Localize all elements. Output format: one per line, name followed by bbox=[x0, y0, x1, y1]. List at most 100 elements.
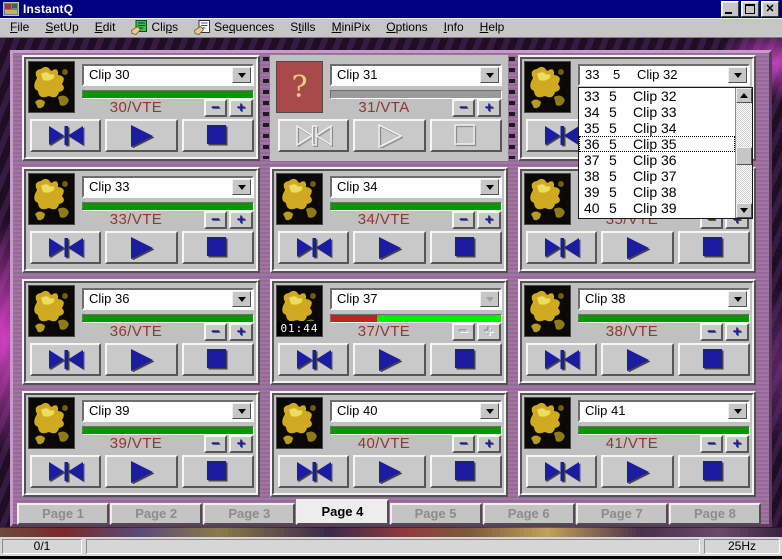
close-button[interactable]: ✕ bbox=[761, 1, 779, 17]
combo-dropdown-button[interactable] bbox=[728, 291, 747, 307]
clip-select[interactable]: Clip 37 bbox=[330, 288, 502, 310]
cue-start-button[interactable] bbox=[30, 455, 101, 488]
scroll-down-button[interactable] bbox=[736, 203, 752, 218]
combo-dropdown-button[interactable] bbox=[480, 291, 499, 307]
stop-button[interactable] bbox=[182, 119, 254, 152]
play-button[interactable] bbox=[105, 119, 178, 152]
page-button-2[interactable]: Page 2 bbox=[110, 503, 203, 525]
menu-item-setup[interactable]: SetUp bbox=[37, 18, 86, 37]
clip-select[interactable]: Clip 34 bbox=[330, 176, 502, 198]
dropdown-list-item[interactable]: 36 5 Clip 35 bbox=[579, 136, 735, 152]
increment-button[interactable]: + bbox=[477, 211, 501, 229]
decrement-button[interactable]: − bbox=[204, 99, 227, 117]
decrement-button[interactable]: − bbox=[204, 323, 227, 341]
combo-dropdown-button[interactable] bbox=[480, 67, 499, 83]
increment-button[interactable]: + bbox=[725, 323, 749, 341]
cue-start-button[interactable] bbox=[278, 119, 349, 152]
cue-start-button[interactable] bbox=[30, 231, 101, 264]
increment-button[interactable]: + bbox=[725, 435, 749, 453]
decrement-button[interactable]: − bbox=[452, 211, 475, 229]
decrement-button[interactable]: − bbox=[204, 211, 227, 229]
page-button-8[interactable]: Page 8 bbox=[668, 503, 761, 525]
cue-start-button[interactable] bbox=[278, 455, 349, 488]
menu-item-options[interactable]: Options bbox=[378, 18, 435, 37]
cue-start-button[interactable] bbox=[278, 231, 349, 264]
decrement-button[interactable]: − bbox=[452, 435, 475, 453]
menu-item-edit[interactable]: Edit bbox=[87, 18, 124, 37]
combo-dropdown-button[interactable] bbox=[232, 67, 251, 83]
clip-select[interactable]: Clip 36 bbox=[82, 288, 254, 310]
scrollbar-thumb[interactable] bbox=[736, 147, 752, 165]
page-button-3[interactable]: Page 3 bbox=[203, 503, 296, 525]
menu-item-stills[interactable]: Stills bbox=[282, 18, 323, 37]
stop-button[interactable] bbox=[182, 455, 254, 488]
menu-item-info[interactable]: Info bbox=[436, 18, 472, 37]
maximize-button[interactable] bbox=[741, 1, 759, 17]
increment-button[interactable]: + bbox=[229, 99, 253, 117]
dropdown-list-item[interactable]: 37 5 Clip 36 bbox=[579, 152, 735, 168]
increment-button[interactable]: + bbox=[477, 435, 501, 453]
combo-dropdown-button[interactable] bbox=[232, 291, 251, 307]
stop-button[interactable] bbox=[678, 343, 750, 376]
play-button[interactable] bbox=[105, 343, 178, 376]
increment-button[interactable]: + bbox=[477, 323, 501, 341]
increment-button[interactable]: + bbox=[477, 99, 501, 117]
stop-button[interactable] bbox=[430, 231, 502, 264]
dropdown-list-item[interactable]: 39 5 Clip 38 bbox=[579, 184, 735, 200]
play-button[interactable] bbox=[601, 231, 674, 264]
decrement-button[interactable]: − bbox=[700, 435, 723, 453]
play-button[interactable] bbox=[353, 343, 426, 376]
play-button[interactable] bbox=[601, 343, 674, 376]
play-button[interactable] bbox=[353, 231, 426, 264]
menu-item-help[interactable]: Help bbox=[472, 18, 513, 37]
clip-select[interactable]: Clip 30 bbox=[82, 64, 254, 86]
page-button-6[interactable]: Page 6 bbox=[482, 503, 575, 525]
page-button-5[interactable]: Page 5 bbox=[389, 503, 482, 525]
clip-select[interactable]: Clip 40 bbox=[330, 400, 502, 422]
play-button[interactable] bbox=[353, 119, 426, 152]
scroll-up-button[interactable] bbox=[736, 88, 752, 103]
increment-button[interactable]: + bbox=[229, 435, 253, 453]
stop-button[interactable] bbox=[430, 343, 502, 376]
cue-start-button[interactable] bbox=[278, 343, 349, 376]
menu-item-minipix[interactable]: MiniPix bbox=[324, 18, 379, 37]
combo-dropdown-button[interactable] bbox=[232, 403, 251, 419]
combo-dropdown-button[interactable] bbox=[480, 403, 499, 419]
stop-button[interactable] bbox=[182, 343, 254, 376]
combo-dropdown-button[interactable] bbox=[480, 179, 499, 195]
stop-button[interactable] bbox=[182, 231, 254, 264]
stop-button[interactable] bbox=[430, 119, 502, 152]
page-button-1[interactable]: Page 1 bbox=[17, 503, 110, 525]
dropdown-list-item[interactable]: 35 5 Clip 34 bbox=[579, 120, 735, 136]
play-button[interactable] bbox=[105, 231, 178, 264]
combo-dropdown-button[interactable] bbox=[728, 403, 747, 419]
clip-select[interactable]: Clip 31 bbox=[330, 64, 502, 86]
menu-item-file[interactable]: File bbox=[2, 18, 37, 37]
increment-button[interactable]: + bbox=[229, 323, 253, 341]
dropdown-list-item[interactable]: 38 5 Clip 37 bbox=[579, 168, 735, 184]
minimize-button[interactable] bbox=[721, 1, 739, 17]
clip-select[interactable]: Clip 41 bbox=[578, 400, 750, 422]
clip-select[interactable]: Clip 38 bbox=[578, 288, 750, 310]
stop-button[interactable] bbox=[430, 455, 502, 488]
page-button-7[interactable]: Page 7 bbox=[575, 503, 668, 525]
dropdown-list-item[interactable]: 40 5 Clip 39 bbox=[579, 200, 735, 216]
decrement-button[interactable]: − bbox=[452, 99, 475, 117]
cue-start-button[interactable] bbox=[30, 119, 101, 152]
cue-start-button[interactable] bbox=[526, 455, 597, 488]
play-button[interactable] bbox=[105, 455, 178, 488]
page-button-4[interactable]: Page 4 bbox=[296, 499, 389, 525]
clip-select[interactable]: Clip 33 bbox=[82, 176, 254, 198]
stop-button[interactable] bbox=[678, 231, 750, 264]
dropdown-list-item[interactable]: 34 5 Clip 33 bbox=[579, 104, 735, 120]
cue-start-button[interactable] bbox=[30, 343, 101, 376]
decrement-button[interactable]: − bbox=[452, 323, 475, 341]
clip-select[interactable]: 33 5 Clip 32 bbox=[578, 64, 750, 86]
decrement-button[interactable]: − bbox=[700, 323, 723, 341]
dropdown-list-item[interactable]: 33 5 Clip 32 bbox=[579, 88, 735, 104]
cue-start-button[interactable] bbox=[526, 343, 597, 376]
menu-item-clips[interactable]: Clips bbox=[123, 18, 186, 38]
stop-button[interactable] bbox=[678, 455, 750, 488]
cue-start-button[interactable] bbox=[526, 231, 597, 264]
combo-dropdown-button[interactable] bbox=[728, 67, 747, 83]
